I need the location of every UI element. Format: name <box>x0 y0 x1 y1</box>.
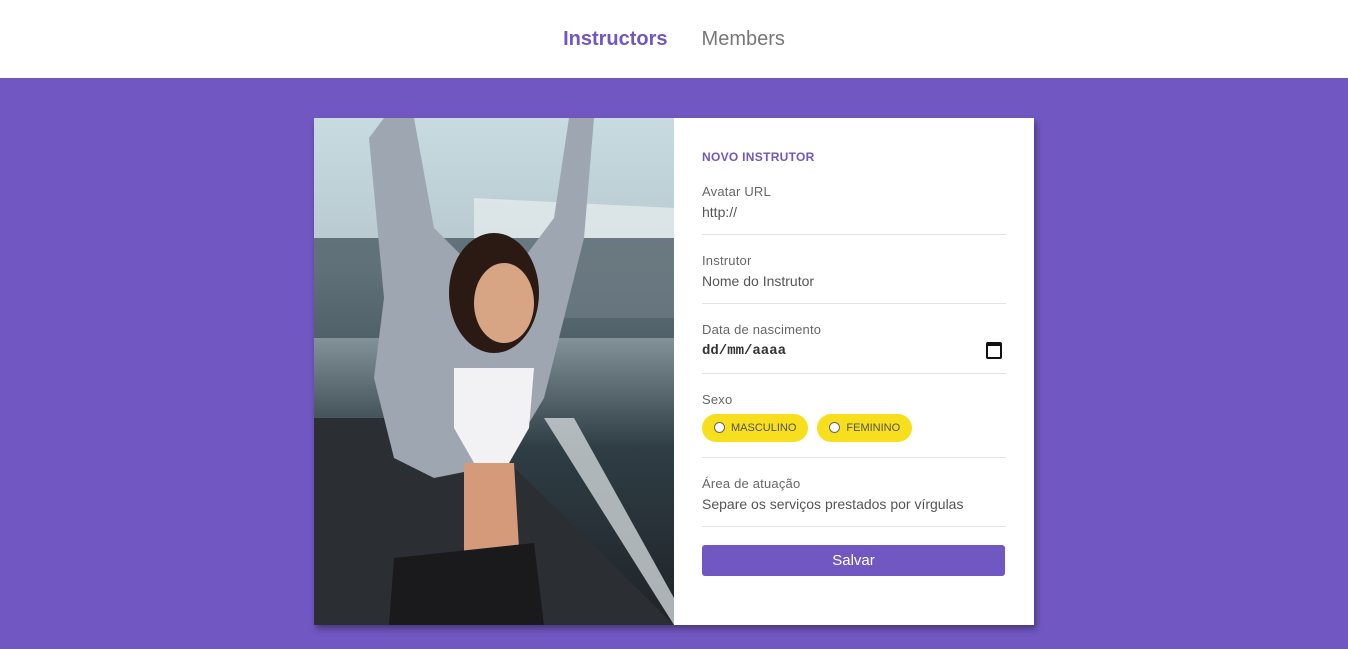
gender-options: MASCULINO FEMININO <box>702 412 1006 457</box>
instructor-card: NOVO INSTRUTOR Avatar URL Instrutor Data… <box>314 118 1034 625</box>
save-button[interactable]: Salvar <box>702 545 1005 576</box>
radio-masculino[interactable] <box>714 421 725 433</box>
gender-label: Sexo <box>702 392 733 407</box>
top-navigation: Instructors Members <box>0 0 1348 78</box>
calendar-icon[interactable] <box>986 342 1002 359</box>
nav-link-members[interactable]: Members <box>702 29 785 49</box>
avatar-field: Avatar URL <box>702 184 1006 235</box>
gender-field: Sexo MASCULINO FEMININO <box>702 392 1006 458</box>
name-field: Instrutor <box>702 253 1006 304</box>
gender-option-masculino[interactable]: MASCULINO <box>702 414 809 442</box>
birth-date-value: dd/mm/aaaa <box>702 342 787 359</box>
gender-option-feminino[interactable]: FEMININO <box>817 414 913 442</box>
form-title: NOVO INSTRUTOR <box>702 150 815 164</box>
new-instructor-form: NOVO INSTRUTOR Avatar URL Instrutor Data… <box>674 118 1034 625</box>
gender-option-label: FEMININO <box>846 422 901 434</box>
birth-field: Data de nascimento dd/mm/aaaa <box>702 322 1006 374</box>
name-input[interactable] <box>702 273 1006 303</box>
name-label: Instrutor <box>702 253 752 268</box>
avatar-url-input[interactable] <box>702 204 1006 234</box>
birth-label: Data de nascimento <box>702 322 822 337</box>
gender-option-label: MASCULINO <box>731 422 797 434</box>
avatar-label: Avatar URL <box>702 184 771 199</box>
services-input[interactable] <box>702 496 1006 526</box>
services-field: Área de atuação <box>702 476 1006 527</box>
birth-date-input[interactable]: dd/mm/aaaa <box>702 342 1006 373</box>
services-label: Área de atuação <box>702 476 801 491</box>
radio-feminino[interactable] <box>829 421 841 433</box>
nav-link-instructors[interactable]: Instructors <box>563 29 667 49</box>
instructor-photo <box>314 118 674 625</box>
